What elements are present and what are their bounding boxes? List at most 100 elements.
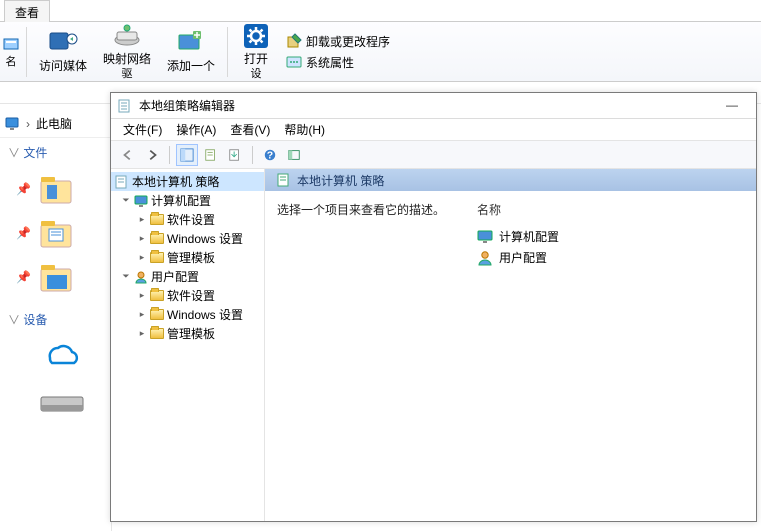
user-icon (477, 250, 493, 266)
ribbon: 名 访问媒体 映射网络 驱 添加一个 打开 设 卸载或更改程序 (0, 22, 761, 82)
menu-action[interactable]: 操作(A) (170, 119, 222, 140)
gpedit-icon (115, 175, 129, 189)
list-item[interactable]: 用户配置 (477, 247, 559, 268)
tree-label: Windows 设置 (167, 230, 243, 247)
help-button[interactable]: ? (259, 144, 281, 166)
tree-label: 用户配置 (151, 268, 199, 285)
ribbon-item-rename[interactable]: 名 (0, 23, 22, 81)
mmc-window: 本地组策略编辑器 — 文件(F) 操作(A) 查看(V) 帮助(H) ? 本地计… (110, 92, 757, 522)
ribbon-item-map-drive[interactable]: 映射网络 驱 (95, 23, 159, 81)
rename-icon (2, 35, 20, 53)
expander-icon[interactable]: ▸ (137, 234, 147, 244)
ribbon-tab-strip: 查看 (0, 0, 761, 22)
ribbon-label-2: 驱 (122, 65, 133, 81)
onedrive-icon[interactable] (0, 338, 111, 366)
tab-view[interactable]: 查看 (4, 0, 50, 24)
expander-icon[interactable]: ⏷ (121, 272, 131, 282)
computer-icon (134, 194, 148, 208)
tree-label: Windows 设置 (167, 306, 243, 323)
tree-label: 管理模板 (167, 325, 215, 342)
list-item[interactable]: 计算机配置 (477, 226, 559, 247)
toolbar-separator (252, 146, 253, 164)
properties-button[interactable] (200, 144, 222, 166)
menu-help[interactable]: 帮助(H) (278, 119, 331, 140)
expander-icon[interactable]: ▸ (137, 310, 147, 320)
mmc-toolbar: ? (111, 141, 756, 169)
nav-back-button[interactable] (117, 144, 139, 166)
mmc-menubar: 文件(F) 操作(A) 查看(V) 帮助(H) (111, 119, 756, 141)
ribbon-label-2: 设 (251, 65, 262, 81)
breadcrumb-sep: › (26, 117, 30, 131)
drive-icon[interactable] (0, 396, 111, 414)
ribbon-side-label: 卸载或更改程序 (306, 33, 390, 50)
tree-user-config[interactable]: ⏷ 用户配置 (111, 267, 264, 286)
sidebar-section-files[interactable]: ∨ 文件 (0, 138, 111, 167)
folder-thumb[interactable] (39, 171, 75, 207)
tree-label: 管理模板 (167, 249, 215, 266)
ribbon-side-label: 系统属性 (306, 54, 354, 71)
network-drive-icon (111, 22, 143, 50)
expander-icon[interactable]: ▸ (137, 215, 147, 225)
mmc-body: 本地计算机 策略 ⏷ 计算机配置 ▸ 软件设置 ▸ Windows 设置 ▸ 管… (111, 169, 756, 521)
tree-windows-settings[interactable]: ▸ Windows 设置 (111, 229, 264, 248)
expander-icon[interactable]: ▸ (137, 253, 147, 263)
ribbon-side-commands: 卸载或更改程序 系统属性 (280, 23, 390, 81)
mmc-tree: 本地计算机 策略 ⏷ 计算机配置 ▸ 软件设置 ▸ Windows 设置 ▸ 管… (111, 169, 265, 521)
ribbon-item-open-settings[interactable]: 打开 设 (232, 23, 280, 81)
ribbon-item-media[interactable]: 访问媒体 (31, 23, 95, 81)
folder-icon (150, 328, 164, 339)
show-tree-button[interactable] (176, 144, 198, 166)
menu-view[interactable]: 查看(V) (224, 119, 276, 140)
tree-software-settings[interactable]: ▸ 软件设置 (111, 210, 264, 229)
ribbon-uninstall[interactable]: 卸载或更改程序 (286, 33, 390, 50)
add-location-icon (175, 29, 207, 57)
expander-icon[interactable]: ▸ (137, 329, 147, 339)
tree-label: 软件设置 (167, 287, 215, 304)
tree-windows-settings[interactable]: ▸ Windows 设置 (111, 305, 264, 324)
folder-icon (150, 309, 164, 320)
folder-thumb[interactable] (39, 259, 75, 295)
folder-icon (150, 252, 164, 263)
uninstall-icon (286, 33, 302, 49)
filter-button[interactable] (283, 144, 305, 166)
toolbar-separator (169, 146, 170, 164)
svg-text:?: ? (267, 149, 273, 161)
tree-label: 计算机配置 (151, 192, 211, 209)
sidebar-section-devices[interactable]: ∨ 设备 (0, 305, 111, 334)
tree-computer-config[interactable]: ⏷ 计算机配置 (111, 191, 264, 210)
explorer-nav-pane: › 此电脑 ∨ 文件 📌 📌 📌 ∨ 设备 (0, 104, 112, 531)
pin-icon: 📌 (16, 270, 31, 284)
tree-root[interactable]: 本地计算机 策略 (111, 172, 264, 191)
folder-icon (150, 233, 164, 244)
description-text: 选择一个项目来查看它的描述。 (277, 203, 445, 217)
mmc-content-header: 本地计算机 策略 (265, 169, 756, 191)
expander-icon[interactable]: ⏷ (121, 196, 131, 206)
folder-thumb[interactable] (39, 215, 75, 251)
monitor-icon (4, 116, 20, 132)
minimize-button[interactable]: — (714, 96, 750, 116)
mmc-content-body: 选择一个项目来查看它的描述。 名称 计算机配置 用户配置 (265, 191, 756, 521)
list-item-label: 计算机配置 (499, 228, 559, 245)
folder-icon (150, 214, 164, 225)
menu-file[interactable]: 文件(F) (117, 119, 168, 140)
list-header-name[interactable]: 名称 (477, 201, 559, 218)
tree-software-settings[interactable]: ▸ 软件设置 (111, 286, 264, 305)
system-props-icon (286, 54, 302, 70)
ribbon-item-add[interactable]: 添加一个 (159, 23, 223, 81)
list-item-label: 用户配置 (499, 249, 547, 266)
description-column: 选择一个项目来查看它的描述。 (277, 201, 447, 511)
expander-icon[interactable]: ▸ (137, 291, 147, 301)
tree-admin-templates[interactable]: ▸ 管理模板 (111, 248, 264, 267)
ribbon-system-props[interactable]: 系统属性 (286, 54, 390, 71)
export-button[interactable] (224, 144, 246, 166)
ribbon-label: 名 (6, 53, 17, 69)
breadcrumb-text: 此电脑 (36, 115, 72, 132)
ribbon-separator (26, 27, 27, 77)
pin-icon: 📌 (16, 226, 31, 240)
nav-forward-button[interactable] (141, 144, 163, 166)
folder-icon (150, 290, 164, 301)
breadcrumb[interactable]: › 此电脑 (0, 112, 111, 138)
mmc-titlebar[interactable]: 本地组策略编辑器 — (111, 93, 756, 119)
mmc-content-title: 本地计算机 策略 (297, 172, 384, 189)
tree-admin-templates[interactable]: ▸ 管理模板 (111, 324, 264, 343)
